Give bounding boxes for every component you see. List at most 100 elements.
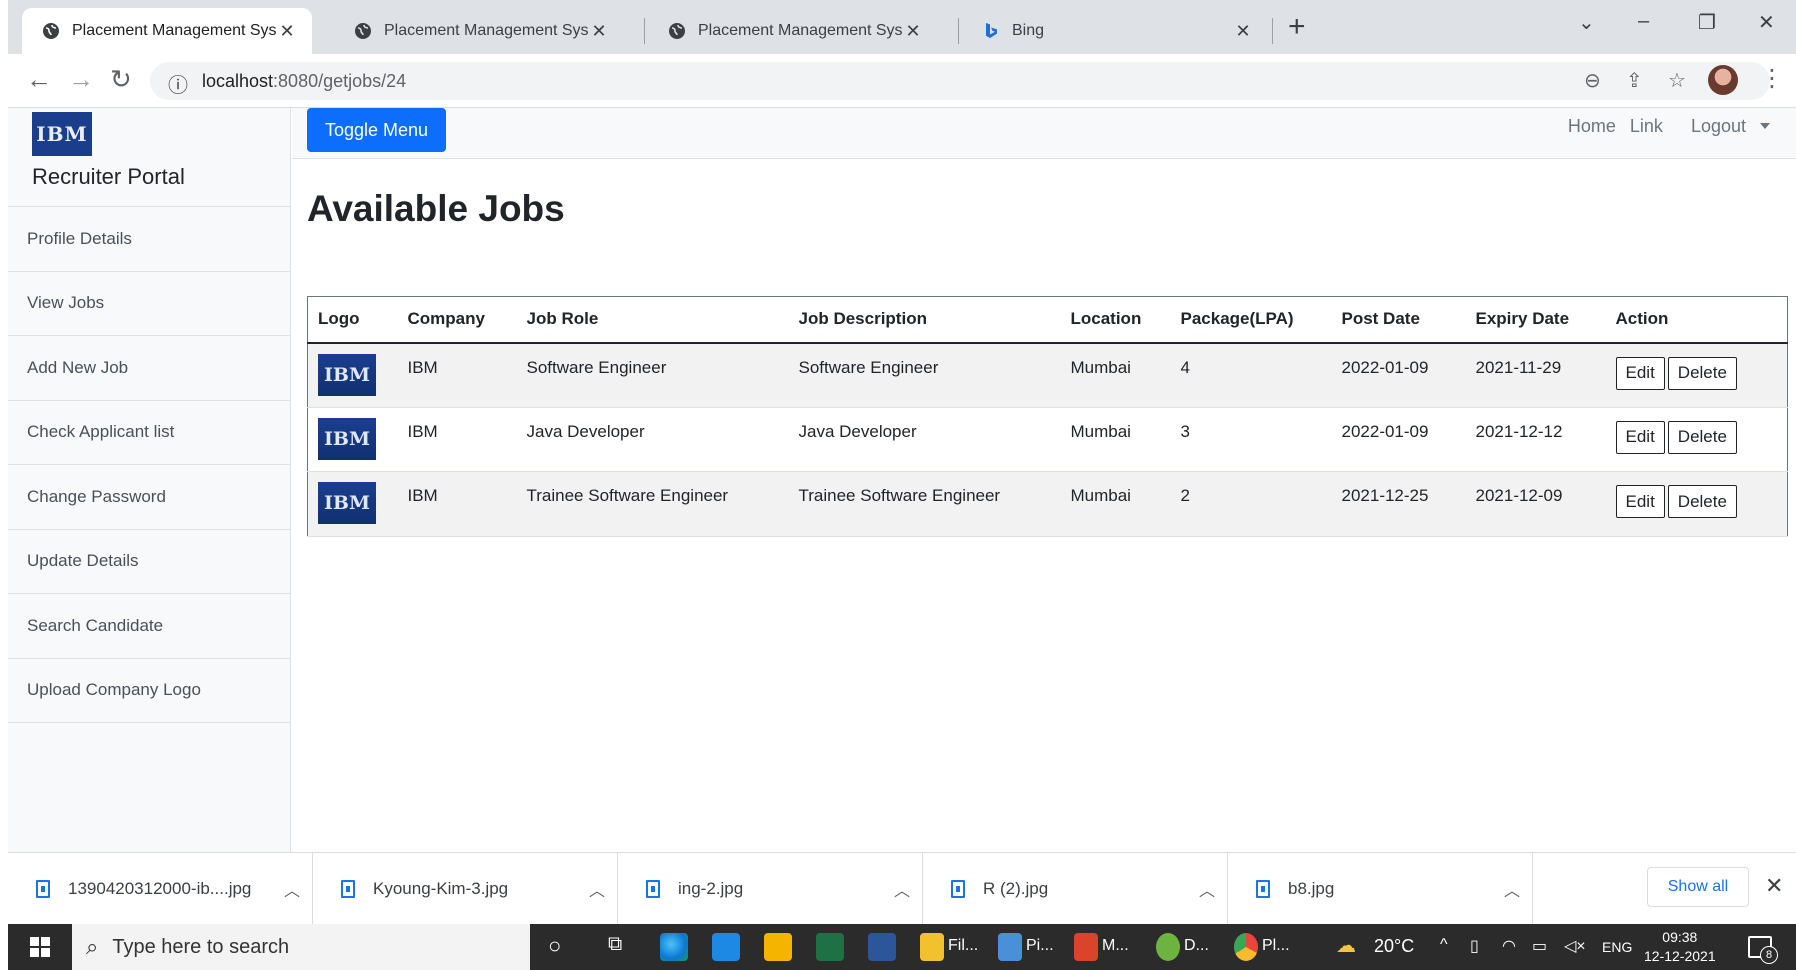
show-hidden-icons-chevron-icon[interactable]: ^ bbox=[1440, 936, 1448, 954]
store-icon[interactable] bbox=[764, 933, 792, 961]
media-app-icon[interactable] bbox=[1074, 933, 1098, 961]
edit-button[interactable]: Edit bbox=[1615, 420, 1665, 454]
browser-tab-2[interactable]: Placement Management System ✕ bbox=[334, 8, 624, 54]
back-arrow-icon[interactable]: ← bbox=[26, 64, 52, 94]
forward-arrow-icon[interactable]: → bbox=[68, 64, 94, 94]
download-item[interactable]: R (2).jpg ︿ bbox=[923, 853, 1228, 925]
clock-date: 12-12-2021 bbox=[1644, 948, 1716, 964]
taskbar-app-label[interactable]: Pl... bbox=[1262, 937, 1290, 955]
close-icon[interactable]: ✕ bbox=[276, 21, 298, 42]
browser-tab-3[interactable]: Placement Management System ✕ bbox=[648, 8, 938, 54]
column-header: Action bbox=[1605, 296, 1788, 344]
top-navbar: Toggle Menu Home Link Logout bbox=[292, 108, 1796, 159]
excel-icon[interactable] bbox=[816, 933, 844, 961]
chevron-up-icon[interactable]: ︿ bbox=[577, 877, 617, 901]
spring-tool-icon[interactable] bbox=[1156, 933, 1180, 961]
caret-down-icon bbox=[1760, 123, 1770, 129]
sidebar-item-label: Profile Details bbox=[27, 228, 132, 248]
taskbar-app-label[interactable]: Pi... bbox=[1026, 937, 1054, 955]
edit-button[interactable]: Edit bbox=[1615, 485, 1665, 518]
windows-start-icon[interactable] bbox=[30, 937, 50, 957]
battery-icon[interactable]: ▭ bbox=[1532, 936, 1547, 956]
nav-home-link[interactable]: Home bbox=[1568, 116, 1616, 137]
word-icon[interactable] bbox=[868, 933, 896, 961]
globe-icon bbox=[43, 23, 59, 39]
language-indicator[interactable]: ENG bbox=[1602, 939, 1632, 955]
taskbar-app-label[interactable]: M... bbox=[1102, 937, 1129, 955]
edge-icon[interactable] bbox=[660, 933, 688, 961]
sidebar-item-view-jobs[interactable]: View Jobs bbox=[8, 272, 290, 336]
taskbar-app-label[interactable]: Fil... bbox=[948, 937, 978, 955]
nav-logout-dropdown[interactable]: Logout bbox=[1677, 116, 1770, 137]
weather-icon[interactable]: ☁ bbox=[1336, 933, 1356, 958]
job-role-cell: Software Engineer bbox=[516, 342, 789, 408]
close-icon[interactable]: ✕ bbox=[1232, 21, 1254, 42]
close-icon[interactable]: ✕ bbox=[588, 21, 610, 42]
logo-cell: IBM bbox=[307, 342, 398, 408]
toggle-menu-button[interactable]: Toggle Menu bbox=[307, 108, 446, 152]
mail-icon[interactable] bbox=[712, 933, 740, 961]
download-item[interactable]: ing-2.jpg ︿ bbox=[618, 853, 923, 925]
cortana-icon[interactable]: ○ bbox=[548, 933, 561, 959]
sidebar-item-check-applicant-list[interactable]: Check Applicant list bbox=[8, 401, 290, 465]
chrome-icon[interactable] bbox=[1234, 933, 1258, 961]
chevron-up-icon[interactable]: ︿ bbox=[882, 877, 922, 901]
download-filename: 1390420312000-ib....jpg bbox=[68, 879, 252, 898]
device-icon[interactable]: ▯ bbox=[1470, 936, 1479, 956]
sidebar-item-change-password[interactable]: Change Password bbox=[8, 465, 290, 530]
address-bar[interactable]: ⓘ localhost:8080/getjobs/24 ⊖ ⇪ ☆ bbox=[150, 62, 1770, 100]
notification-count-badge: 8 bbox=[1760, 946, 1778, 964]
tab-separator bbox=[644, 18, 645, 44]
sidebar-item-search-candidate[interactable]: Search Candidate bbox=[8, 594, 290, 659]
sidebar-item-upload-company-logo[interactable]: Upload Company Logo bbox=[8, 659, 290, 723]
browser-menu-icon[interactable]: ⋮ bbox=[1760, 64, 1784, 93]
column-header: Location bbox=[1060, 296, 1171, 344]
column-header: Job Role bbox=[516, 296, 789, 344]
delete-button[interactable]: Delete bbox=[1667, 485, 1737, 518]
browser-tab-4[interactable]: Bing ✕ bbox=[962, 8, 1268, 54]
taskbar-app-label[interactable]: D... bbox=[1184, 937, 1209, 955]
download-item[interactable]: 1390420312000-ib....jpg ︿ bbox=[8, 853, 313, 925]
sidebar-item-update-details[interactable]: Update Details bbox=[8, 530, 290, 594]
package-cell: 4 bbox=[1170, 342, 1332, 408]
profile-avatar[interactable] bbox=[1708, 65, 1738, 95]
sidebar-item-label: View Jobs bbox=[27, 293, 105, 313]
volume-muted-icon[interactable]: ◁× bbox=[1564, 936, 1586, 956]
browser-tab-1[interactable]: Placement Management System ✕ bbox=[22, 8, 312, 54]
show-all-button[interactable]: Show all bbox=[1647, 867, 1749, 907]
taskbar-clock[interactable]: 09:38 12-12-2021 bbox=[1644, 928, 1716, 966]
zoom-icon[interactable]: ⊖ bbox=[1584, 68, 1601, 93]
temperature[interactable]: 20°C bbox=[1374, 936, 1414, 957]
task-view-icon[interactable]: ⧉ bbox=[608, 933, 622, 956]
restore-icon[interactable]: ❐ bbox=[1698, 10, 1716, 35]
close-icon[interactable]: ✕ bbox=[1765, 873, 1783, 899]
share-icon[interactable]: ⇪ bbox=[1626, 68, 1643, 93]
new-tab-plus-icon[interactable]: + bbox=[1288, 12, 1306, 42]
sidebar-item-add-new-job[interactable]: Add New Job bbox=[8, 336, 290, 401]
delete-button[interactable]: Delete bbox=[1667, 356, 1737, 390]
download-item[interactable]: Kyoung-Kim-3.jpg ︿ bbox=[313, 853, 618, 925]
bookmark-star-icon[interactable]: ☆ bbox=[1668, 68, 1686, 93]
file-explorer-icon[interactable] bbox=[920, 933, 944, 961]
chevron-up-icon[interactable]: ︿ bbox=[1187, 877, 1227, 901]
close-icon[interactable]: ✕ bbox=[902, 21, 924, 42]
minimize-icon[interactable]: – bbox=[1638, 10, 1649, 33]
job-description-cell: Trainee Software Engineer bbox=[788, 471, 1061, 537]
chevron-up-icon[interactable]: ︿ bbox=[1492, 877, 1532, 901]
edit-button[interactable]: Edit bbox=[1615, 356, 1665, 390]
download-item[interactable]: b8.jpg ︿ bbox=[1228, 853, 1533, 925]
taskbar-search-box[interactable]: ⌕ Type here to search bbox=[72, 924, 530, 970]
site-info-icon[interactable]: ⓘ bbox=[168, 69, 188, 98]
sidebar-item-label: Check Applicant list bbox=[27, 422, 175, 442]
location-cell: Mumbai bbox=[1060, 342, 1171, 408]
nav-link-link[interactable]: Link bbox=[1630, 116, 1663, 137]
chevron-up-icon[interactable]: ︿ bbox=[272, 877, 312, 901]
photos-icon[interactable] bbox=[998, 933, 1022, 961]
sidebar-item-profile-details[interactable]: Profile Details bbox=[8, 207, 290, 272]
delete-button[interactable]: Delete bbox=[1667, 420, 1737, 454]
reload-icon[interactable]: ↻ bbox=[110, 64, 132, 94]
tab-search-chevron-icon[interactable]: ⌄ bbox=[1578, 10, 1595, 35]
wifi-icon[interactable]: ◠ bbox=[1502, 936, 1516, 956]
window-close-icon[interactable]: ✕ bbox=[1758, 10, 1775, 35]
url-text[interactable]: localhost:8080/getjobs/24 bbox=[202, 71, 406, 92]
